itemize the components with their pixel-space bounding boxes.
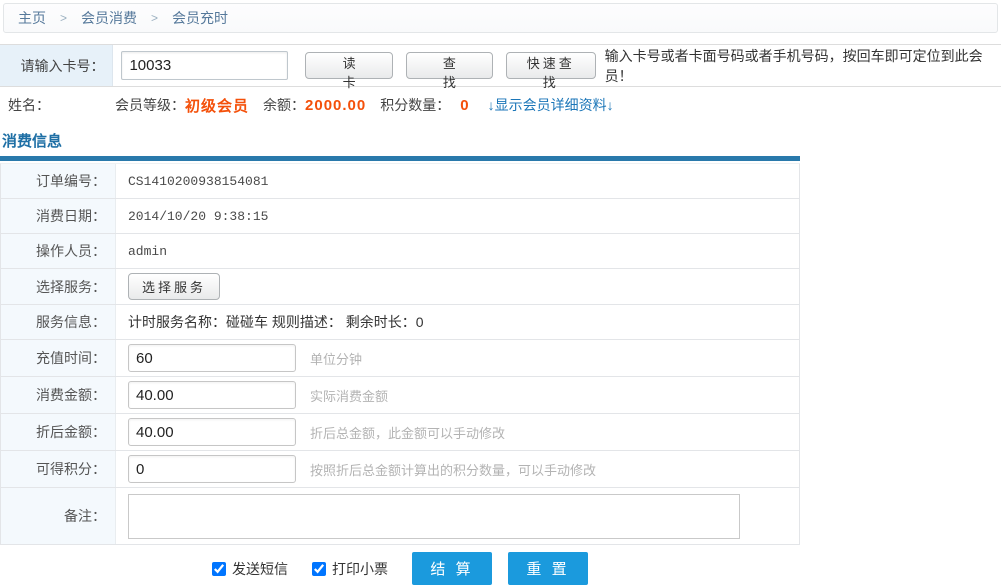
send-sms-option[interactable]: 发送短信 [212,559,288,579]
breadcrumb-current-page: 会员充时 [172,8,228,28]
consume-date-label: 消费日期： [1,199,116,233]
earn-points-row: 可得积分： 按照折后总金额计算出的积分数量，可以手动修改 [1,451,799,488]
select-service-row: 选择服务： 选择服务 [1,269,799,305]
search-button[interactable]: 查 找 [406,52,493,79]
breadcrumb-home[interactable]: 主页 [18,8,46,28]
card-lookup-row: 请输入卡号： 读 卡 查 找 快速查找 输入卡号或者卡面号码或者手机号码，按回车… [0,44,1001,87]
quick-search-button[interactable]: 快速查找 [506,52,596,79]
select-service-label: 选择服务： [1,269,116,304]
card-number-label: 请输入卡号： [0,45,113,86]
balance-label: 余额： [263,95,305,115]
breadcrumb: 主页 > 会员消费 > 会员充时 [3,3,998,33]
points-value: 0 [460,97,469,114]
remark-row: 备注： [1,488,799,544]
recharge-time-input[interactable] [128,344,296,372]
show-member-detail-link[interactable]: ↓显示会员详细资料↓ [488,95,614,115]
operator-label: 操作人员： [1,234,116,268]
order-number-label: 订单编号： [1,164,116,198]
card-number-input[interactable] [121,51,288,80]
breadcrumb-separator: > [60,11,67,25]
consume-amount-input[interactable] [128,381,296,409]
member-name-label: 姓名： [8,95,115,115]
consume-date-row: 消费日期： 2014/10/20 9:38:15 [1,199,799,234]
consume-amount-row: 消费金额： 实际消费金额 [1,377,799,414]
service-info-row: 服务信息： 计时服务名称：碰碰车 规则描述： 剩余时长：0 [1,305,799,340]
print-ticket-label: 打印小票 [332,559,388,579]
reset-button[interactable]: 重 置 [508,552,588,585]
send-sms-label: 发送短信 [232,559,288,579]
consume-date-value: 2014/10/20 9:38:15 [128,209,268,224]
service-info-label: 服务信息： [1,305,116,339]
section-divider-bar [0,156,800,161]
order-number-value: CS1410200938154081 [128,174,268,189]
card-lookup-hint: 输入卡号或者卡面号码或者手机号码，按回车即可定位到此会员！ [605,46,1001,86]
recharge-time-hint: 单位分钟 [310,349,362,368]
earn-points-input[interactable] [128,455,296,483]
consume-amount-hint: 实际消费金额 [310,386,388,405]
earn-points-hint: 按照折后总金额计算出的积分数量，可以手动修改 [310,460,596,479]
operator-row: 操作人员： admin [1,234,799,269]
section-title-consume-info: 消费信息 [2,130,1001,151]
operator-value: admin [128,244,167,259]
points-label: 积分数量： [380,95,450,115]
discount-amount-hint: 折后总金额，此金额可以手动修改 [310,423,505,442]
recharge-time-row: 充值时间： 单位分钟 [1,340,799,377]
earn-points-label: 可得积分： [1,451,116,487]
member-level-label: 会员等级： [115,95,185,115]
order-number-row: 订单编号： CS1410200938154081 [1,164,799,199]
member-level-value: 初级会员 [185,95,249,116]
breadcrumb-member-consume[interactable]: 会员消费 [81,8,137,28]
print-ticket-checkbox[interactable] [312,562,326,576]
send-sms-checkbox[interactable] [212,562,226,576]
consume-form-table: 订单编号： CS1410200938154081 消费日期： 2014/10/2… [0,163,800,545]
breadcrumb-separator: > [151,11,158,25]
discount-amount-row: 折后金额： 折后总金额，此金额可以手动修改 [1,414,799,451]
select-service-button[interactable]: 选择服务 [128,273,220,300]
remark-label: 备注： [1,488,116,544]
read-card-button[interactable]: 读 卡 [305,52,392,79]
print-ticket-option[interactable]: 打印小票 [312,559,388,579]
discount-amount-label: 折后金额： [1,414,116,450]
balance-value: 2000.00 [305,97,366,114]
member-summary-row: 姓名： 会员等级： 初级会员 余额： 2000.00 积分数量： 0 ↓显示会员… [0,87,1001,123]
consume-amount-label: 消费金额： [1,377,116,413]
recharge-time-label: 充值时间： [1,340,116,376]
service-info-value: 计时服务名称：碰碰车 规则描述： 剩余时长：0 [128,312,424,332]
remark-textarea[interactable] [128,494,740,539]
action-row: 发送短信 打印小票 结 算 重 置 [0,552,800,585]
settle-button[interactable]: 结 算 [412,552,492,585]
discount-amount-input[interactable] [128,418,296,446]
